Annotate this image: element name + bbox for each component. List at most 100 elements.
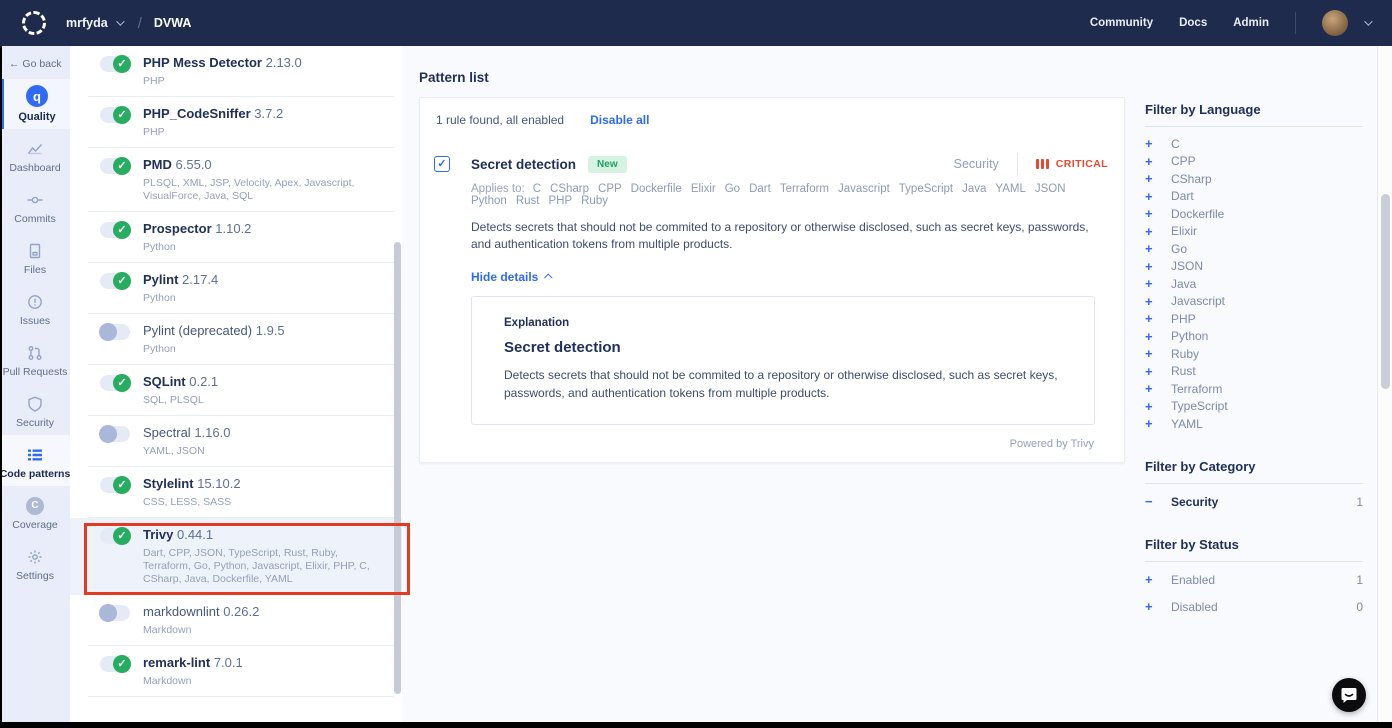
tool-row[interactable]: markdownlint 0.26.2 Markdown (70, 595, 402, 646)
tool-toggle[interactable]: ✓ (100, 158, 130, 174)
new-badge: New (588, 156, 627, 173)
filter-language-option[interactable]: + YAML (1145, 415, 1363, 433)
filter-language-option[interactable]: + Elixir (1145, 223, 1363, 241)
filter-language-option[interactable]: + TypeScript (1145, 398, 1363, 416)
tool-languages: Python (143, 292, 218, 305)
tools-scrollbar[interactable] (394, 242, 401, 694)
filter-language-option[interactable]: + Javascript (1145, 293, 1363, 311)
tool-toggle[interactable]: ✓ (100, 528, 130, 544)
tool-row[interactable]: ✓ Trivy 0.44.1 Dart, CPP, JSON, TypeScri… (70, 518, 402, 595)
rule-category: Security (954, 157, 999, 171)
check-icon: ✓ (437, 159, 446, 170)
page-scrollbar[interactable] (1377, 46, 1392, 722)
toggle-knob: ✓ (113, 272, 131, 290)
filter-count: 1 (1356, 573, 1363, 587)
filter-language-option[interactable]: + Dart (1145, 188, 1363, 206)
tool-toggle[interactable] (100, 324, 130, 340)
plus-icon: + (1145, 311, 1171, 326)
tool-toggle[interactable]: ✓ (100, 107, 130, 123)
tool-row[interactable]: ✓ Prospector 1.10.2 Python (70, 212, 402, 263)
filter-language-option[interactable]: + Python (1145, 328, 1363, 346)
tool-row[interactable]: ✓ SQLint 0.2.1 SQL, PLSQL (70, 365, 402, 416)
chat-widget-button[interactable] (1332, 678, 1366, 712)
check-icon: ✓ (117, 531, 126, 542)
plus-icon: + (1145, 206, 1171, 221)
applies-to-language: PHP (548, 195, 572, 207)
sidebar-item-files[interactable]: Files (0, 231, 70, 282)
sidebar-item-code-patterns[interactable]: Code patterns (0, 435, 70, 486)
nav-link-community[interactable]: Community (1090, 17, 1153, 29)
tool-row[interactable]: ✓ Pylint 2.17.4 Python (70, 263, 402, 314)
pattern-list-card: 1 rule found, all enabled Disable all ✓ … (419, 97, 1125, 463)
tool-row[interactable]: ✓ remark-lint 7.0.1 Markdown (70, 646, 402, 697)
tool-name: PHP_CodeSniffer (143, 106, 251, 121)
check-icon: ✓ (117, 659, 126, 670)
filter-language-option[interactable]: + JSON (1145, 258, 1363, 276)
tool-row[interactable]: ✓ Stylelint 15.10.2 CSS, LESS, SASS (70, 467, 402, 518)
tool-toggle[interactable]: ✓ (100, 477, 130, 493)
rule-checkbox[interactable]: ✓ (434, 156, 450, 172)
file-icon (27, 242, 43, 259)
sidebar-item-issues[interactable]: Issues (0, 282, 70, 333)
tool-toggle[interactable]: ✓ (100, 375, 130, 391)
filter-language-option[interactable]: + Go (1145, 240, 1363, 258)
disable-all-button[interactable]: Disable all (590, 113, 649, 127)
plus-icon: + (1145, 171, 1171, 186)
tool-row[interactable]: Pylint (deprecated) 1.9.5 Python (70, 314, 402, 365)
main-content: Pattern list 1 rule found, all enabled D… (402, 46, 1392, 722)
issue-icon (27, 293, 43, 310)
org-switcher[interactable]: mrfyda (66, 16, 122, 30)
chevron-down-icon (1364, 17, 1372, 25)
tool-row[interactable]: ✓ PHP Mess Detector 2.13.0 PHP (70, 46, 402, 97)
sidebar-item-quality[interactable]: q Quality (0, 79, 70, 129)
go-back-button[interactable]: ← Go back (0, 46, 70, 70)
filter-count: 0 (1356, 600, 1363, 614)
filter-category-option[interactable]: − Security 1 (1145, 493, 1363, 511)
sidebar-item-dashboard[interactable]: Dashboard (0, 129, 70, 180)
toggle-knob: ✓ (113, 476, 131, 494)
tool-languages: Dart, CPP, JSON, TypeScript, Rust, Ruby,… (143, 547, 386, 586)
tool-toggle[interactable]: ✓ (100, 273, 130, 289)
filter-language-option[interactable]: + Terraform (1145, 380, 1363, 398)
sidebar-item-security[interactable]: Security (0, 384, 70, 435)
sidebar-item-settings[interactable]: Settings (0, 537, 70, 588)
tool-toggle[interactable] (100, 605, 130, 621)
scrollbar-thumb[interactable] (1381, 194, 1390, 389)
sidebar-item-coverage[interactable]: C Coverage (0, 486, 70, 537)
tool-toggle[interactable]: ✓ (100, 222, 130, 238)
tool-row[interactable]: ✓ PMD 6.55.0 PLSQL, XML, JSP, Velocity, … (70, 148, 402, 212)
filter-status-option[interactable]: + Disabled 0 (1145, 598, 1363, 616)
check-icon: ✓ (117, 59, 126, 70)
tool-toggle[interactable] (100, 426, 130, 442)
sidebar-item-pull-requests[interactable]: Pull Requests (0, 333, 70, 384)
tool-row[interactable]: ✓ PHP_CodeSniffer 3.7.2 PHP (70, 97, 402, 148)
tool-version: 3.7.2 (254, 106, 283, 121)
applies-to-language: Java (962, 183, 986, 195)
filter-language-option[interactable]: + PHP (1145, 310, 1363, 328)
plus-icon: + (1145, 364, 1171, 379)
gear-icon (27, 548, 43, 565)
shield-icon (27, 395, 43, 412)
pull-request-icon (27, 344, 43, 361)
nav-link-admin[interactable]: Admin (1233, 17, 1269, 29)
sidebar-item-commits[interactable]: Commits (0, 180, 70, 231)
tool-version: 1.16.0 (194, 425, 230, 440)
explanation-title: Secret detection (504, 339, 1070, 356)
filter-language-option[interactable]: + Rust (1145, 363, 1363, 381)
filter-language-option[interactable]: + Dockerfile (1145, 205, 1363, 223)
tool-row[interactable]: Spectral 1.16.0 YAML, JSON (70, 416, 402, 467)
plus-icon: + (1145, 154, 1171, 169)
tool-version: 7.0.1 (214, 655, 243, 670)
user-menu[interactable] (1322, 10, 1370, 36)
filter-language-option[interactable]: + CPP (1145, 153, 1363, 171)
tool-toggle[interactable]: ✓ (100, 656, 130, 672)
filter-language-option[interactable]: + C (1145, 135, 1363, 153)
nav-link-docs[interactable]: Docs (1179, 17, 1207, 29)
tool-toggle[interactable]: ✓ (100, 56, 130, 72)
filter-language-option[interactable]: + CSharp (1145, 170, 1363, 188)
hide-details-button[interactable]: Hide details (471, 270, 1108, 284)
filter-language-option[interactable]: + Java (1145, 275, 1363, 293)
window-left-edge (0, 46, 2, 728)
filter-language-option[interactable]: + Ruby (1145, 345, 1363, 363)
filter-status-option[interactable]: + Enabled 1 (1145, 571, 1363, 589)
